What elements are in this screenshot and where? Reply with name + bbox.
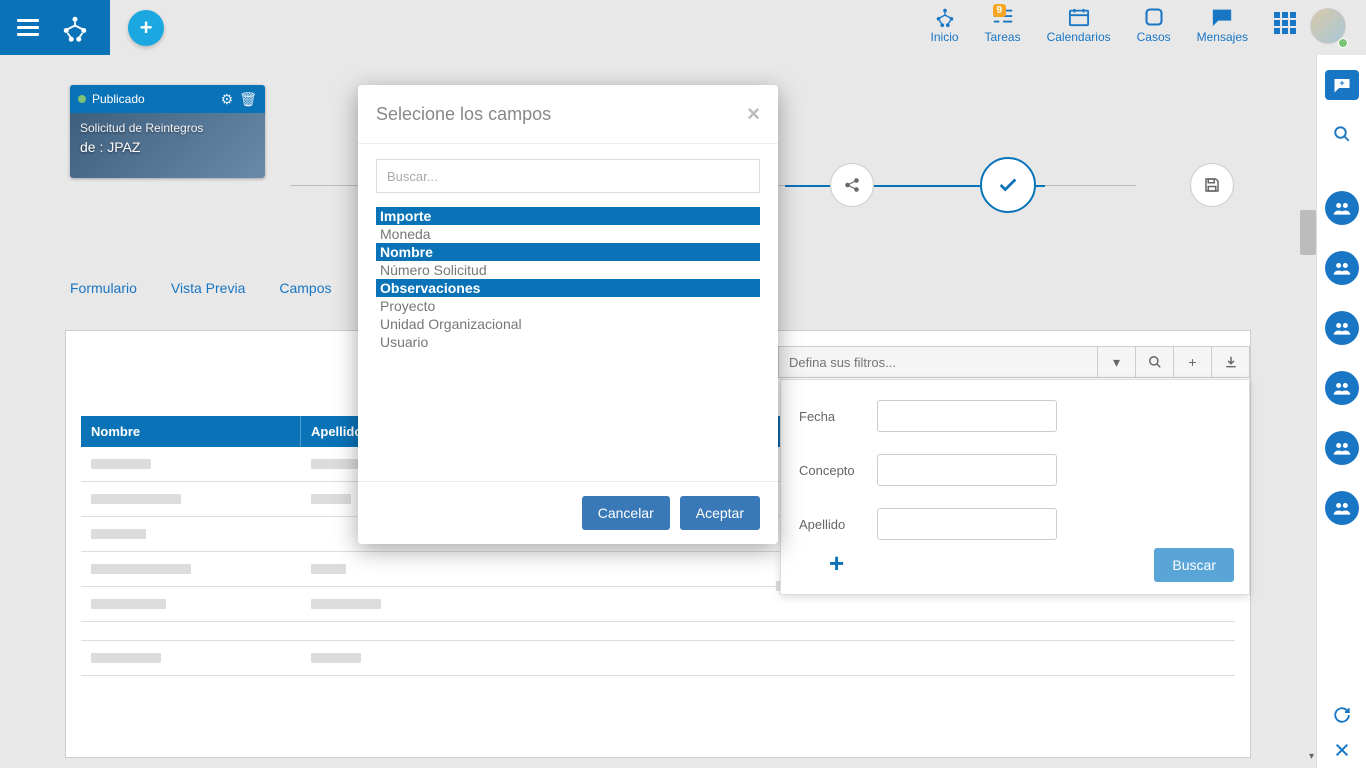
nav-mensajes[interactable]: Mensajes bbox=[1197, 6, 1248, 44]
group-icon[interactable] bbox=[1325, 371, 1359, 405]
card-body: Solicitud de Reintegros de : JPAZ bbox=[70, 113, 265, 163]
nav-label: Inicio bbox=[931, 30, 959, 44]
tabs: Formulario Vista Previa Campos bbox=[70, 280, 332, 304]
tab-formulario[interactable]: Formulario bbox=[70, 280, 137, 304]
field-item[interactable]: Número Solicitud bbox=[376, 261, 760, 279]
nav-label: Calendarios bbox=[1047, 30, 1111, 44]
chat-add-icon[interactable]: + bbox=[1325, 70, 1359, 100]
modal-body: ImporteMonedaNombreNúmero SolicitudObser… bbox=[358, 144, 778, 481]
filter-label-apellido: Apellido bbox=[799, 517, 877, 532]
apps-icon bbox=[1274, 12, 1296, 34]
nav-tareas[interactable]: 9 Tareas bbox=[985, 6, 1021, 44]
card-header: Publicado ⚙ 🗑 bbox=[70, 85, 265, 113]
step-share[interactable] bbox=[830, 163, 874, 207]
sidebar-search-icon[interactable] bbox=[1333, 125, 1351, 143]
nav-casos[interactable]: Casos bbox=[1137, 6, 1171, 44]
nav-label: Tareas bbox=[985, 30, 1021, 44]
presence-dot bbox=[1338, 38, 1348, 48]
group-icon[interactable] bbox=[1325, 491, 1359, 525]
filter-download-icon[interactable] bbox=[1212, 346, 1250, 378]
trash-icon[interactable]: 🗑 bbox=[239, 91, 257, 108]
logo-icon[interactable] bbox=[55, 8, 95, 48]
nav-apps[interactable] bbox=[1274, 6, 1296, 34]
field-picker-modal: Selecione los campos × ImporteMonedaNomb… bbox=[358, 85, 778, 544]
filter-input[interactable] bbox=[778, 346, 1098, 378]
modal-title: Selecione los campos bbox=[376, 104, 551, 125]
table-row[interactable] bbox=[81, 622, 1235, 641]
form-card[interactable]: Publicado ⚙ 🗑 Solicitud de Reintegros de… bbox=[70, 85, 265, 178]
refresh-icon[interactable] bbox=[1333, 706, 1351, 724]
field-item[interactable]: Proyecto bbox=[376, 297, 760, 315]
topbar: + Inicio 9 Tareas Calendarios Casos bbox=[0, 0, 1366, 55]
status-dot bbox=[78, 95, 86, 103]
field-item[interactable]: Moneda bbox=[376, 225, 760, 243]
table-row[interactable] bbox=[81, 641, 1235, 676]
th-nombre[interactable]: Nombre bbox=[81, 416, 301, 447]
tareas-badge: 9 bbox=[993, 4, 1007, 17]
filter-field-concepto[interactable] bbox=[877, 454, 1057, 486]
close-icon[interactable] bbox=[1334, 742, 1350, 758]
casos-icon bbox=[1144, 6, 1164, 28]
group-icon[interactable] bbox=[1325, 431, 1359, 465]
close-icon[interactable]: × bbox=[747, 101, 760, 127]
nav-label: Casos bbox=[1137, 30, 1171, 44]
group-icon[interactable] bbox=[1325, 191, 1359, 225]
group-icon[interactable] bbox=[1325, 311, 1359, 345]
filter-panel: Fecha Concepto Apellido + Buscar bbox=[780, 379, 1250, 595]
messages-icon bbox=[1211, 6, 1233, 28]
field-item[interactable]: Importe bbox=[376, 207, 760, 225]
filter-label-concepto: Concepto bbox=[799, 463, 877, 478]
inicio-icon bbox=[934, 6, 956, 28]
filter-bar: ▾ + bbox=[778, 346, 1250, 378]
filter-add-icon[interactable]: + bbox=[1174, 346, 1212, 378]
field-item[interactable]: Nombre bbox=[376, 243, 760, 261]
svg-text:+: + bbox=[1339, 78, 1344, 88]
modal-search-input[interactable] bbox=[376, 159, 760, 193]
tab-campos[interactable]: Campos bbox=[279, 280, 331, 304]
nav-label: Mensajes bbox=[1197, 30, 1248, 44]
gear-icon[interactable]: ⚙ bbox=[221, 91, 234, 108]
tab-vista-previa[interactable]: Vista Previa bbox=[171, 280, 245, 304]
card-author: de : JPAZ bbox=[80, 139, 255, 155]
add-button[interactable]: + bbox=[128, 10, 164, 46]
step-check[interactable] bbox=[980, 157, 1036, 213]
menu-icon[interactable] bbox=[0, 0, 55, 55]
scroll-caret-down-icon[interactable]: ▾ bbox=[1309, 751, 1314, 762]
field-item[interactable]: Unidad Organizacional bbox=[376, 315, 760, 333]
filter-field-fecha[interactable] bbox=[877, 400, 1057, 432]
field-list: ImporteMonedaNombreNúmero SolicitudObser… bbox=[376, 207, 760, 351]
modal-header: Selecione los campos × bbox=[358, 85, 778, 144]
filter-dropdown-icon[interactable]: ▾ bbox=[1098, 346, 1136, 378]
right-sidebar: + bbox=[1316, 55, 1366, 768]
topnav: Inicio 9 Tareas Calendarios Casos Mens bbox=[931, 0, 1296, 55]
accept-button[interactable]: Aceptar bbox=[680, 496, 760, 530]
calendar-icon bbox=[1068, 6, 1090, 28]
scrollbar-thumb[interactable] bbox=[1300, 210, 1316, 255]
card-title: Solicitud de Reintegros bbox=[80, 121, 255, 135]
card-status: Publicado bbox=[92, 92, 145, 106]
filter-label-fecha: Fecha bbox=[799, 409, 877, 424]
nav-calendarios[interactable]: Calendarios bbox=[1047, 6, 1111, 44]
field-item[interactable]: Usuario bbox=[376, 333, 760, 351]
cancel-button[interactable]: Cancelar bbox=[582, 496, 670, 530]
modal-footer: Cancelar Aceptar bbox=[358, 481, 778, 544]
topbar-brand bbox=[0, 0, 110, 55]
field-item[interactable]: Observaciones bbox=[376, 279, 760, 297]
step-save[interactable] bbox=[1190, 163, 1234, 207]
filter-search-icon[interactable] bbox=[1136, 346, 1174, 378]
filter-field-apellido[interactable] bbox=[877, 508, 1057, 540]
nav-inicio[interactable]: Inicio bbox=[931, 6, 959, 44]
group-icon[interactable] bbox=[1325, 251, 1359, 285]
filter-search-button[interactable]: Buscar bbox=[1154, 548, 1234, 582]
